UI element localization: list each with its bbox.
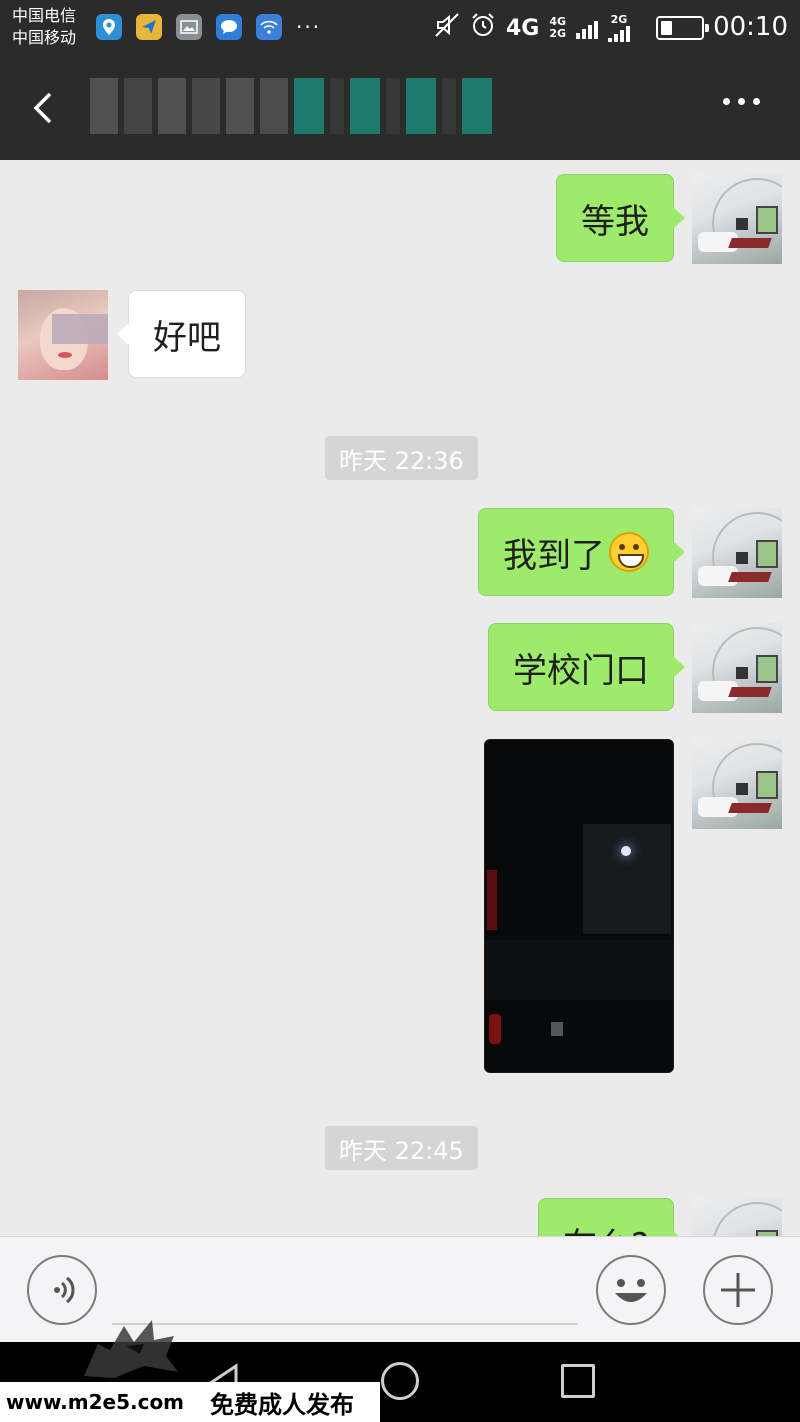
- plus-icon: [721, 1273, 755, 1307]
- message-bubble-outgoing[interactable]: 我到了: [478, 508, 685, 596]
- message-bubble-incoming[interactable]: 好吧: [117, 290, 246, 378]
- message-icon: [216, 14, 242, 40]
- status-bar: 中国电信 中国移动 ··· 4G 4G 2G 2G 00:10: [0, 0, 800, 56]
- battery-level: [661, 21, 672, 35]
- carrier-1-label: 中国电信: [12, 6, 77, 25]
- message-text: 在么?: [563, 1218, 649, 1237]
- message-bubble-outgoing[interactable]: 在么?: [537, 1198, 686, 1237]
- wifi-icon: [256, 14, 282, 40]
- back-button[interactable]: [22, 84, 62, 132]
- watermark-text: 免费成人发布: [210, 1390, 355, 1419]
- message-text: 等我: [581, 201, 649, 242]
- message-text: 我到了: [503, 535, 605, 576]
- location-icon: [96, 14, 122, 40]
- notification-icons: ···: [96, 14, 321, 40]
- signal-strength-1-icon: [576, 17, 598, 39]
- signal-strength-2-icon: [608, 26, 630, 42]
- self-avatar[interactable]: [692, 174, 782, 264]
- system-icons: 4G 4G 2G 2G: [434, 12, 630, 44]
- clock: 00:10: [713, 12, 788, 42]
- voice-input-button[interactable]: [27, 1255, 97, 1325]
- wolf-watermark-logo: [84, 1320, 178, 1378]
- smiley-icon: [615, 1279, 647, 1302]
- network-2g-label: 2G: [610, 13, 628, 26]
- map-icon: [136, 14, 162, 40]
- message-bubble-outgoing[interactable]: 学校门口: [488, 623, 685, 711]
- voice-icon: [54, 1276, 75, 1304]
- timestamp-chip: 昨天 22:45: [325, 1126, 478, 1170]
- message-bubble-outgoing[interactable]: 等我: [556, 174, 685, 262]
- photo-message[interactable]: [484, 739, 674, 1073]
- battery-icon: [656, 16, 709, 40]
- nav-recent-apps-icon[interactable]: [561, 1364, 595, 1398]
- emoji-button[interactable]: [596, 1255, 666, 1325]
- timestamp-chip: 昨天 22:36: [325, 436, 478, 480]
- message-text: 学校门口: [513, 650, 649, 691]
- more-actions-button[interactable]: [703, 1255, 773, 1325]
- more-notifications-icon: ···: [296, 15, 322, 39]
- watermark-url: www.m2e5.com: [6, 1390, 185, 1414]
- signal-2g-group: 2G: [608, 14, 630, 42]
- gallery-icon: [176, 14, 202, 40]
- alarm-icon: [470, 12, 496, 44]
- chevron-left-icon: [33, 92, 52, 124]
- network-4g-label: 4G: [505, 15, 540, 41]
- self-avatar[interactable]: [692, 508, 782, 598]
- more-options-button[interactable]: [723, 98, 760, 105]
- network-small-2g: 2G: [549, 27, 566, 40]
- self-avatar[interactable]: [692, 623, 782, 713]
- self-avatar[interactable]: [692, 1198, 782, 1236]
- nav-home-icon[interactable]: [381, 1362, 419, 1400]
- chat-title-bar: [0, 56, 800, 160]
- self-avatar[interactable]: [692, 739, 782, 829]
- message-text: 好吧: [153, 317, 221, 358]
- chat-contact-name-blurred: [90, 78, 492, 134]
- carrier-info: 中国电信 中国移动: [12, 5, 76, 49]
- mute-icon: [434, 12, 460, 44]
- contact-avatar[interactable]: [18, 290, 108, 380]
- chat-message-list[interactable]: 等我 好吧 昨天 22:36 我到了 学校门口 昨天 22:45 在么?: [0, 160, 800, 1236]
- grinning-face-emoji-icon: [609, 532, 649, 572]
- watermark-banner: www.m2e5.com 免费成人发布: [0, 1382, 380, 1422]
- dual-network-label: 4G 2G: [549, 16, 566, 40]
- carrier-2-label: 中国移动: [12, 28, 77, 47]
